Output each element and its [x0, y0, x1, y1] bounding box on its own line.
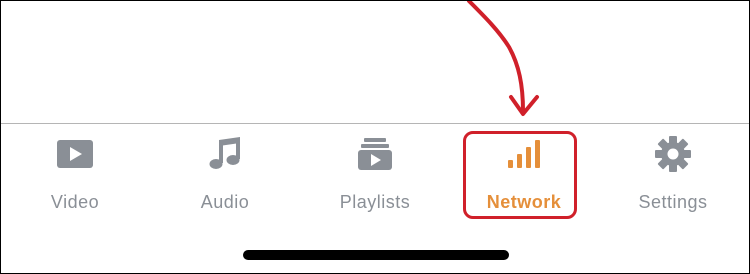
screenshot-frame: Video Audio Playlists Network Settings	[0, 0, 750, 274]
content-area	[1, 1, 749, 123]
gear-icon	[653, 134, 693, 174]
tab-audio[interactable]: Audio	[165, 134, 285, 224]
tab-settings[interactable]: Settings	[613, 134, 733, 224]
home-indicator	[243, 250, 509, 260]
network-highlight-box	[463, 131, 577, 219]
tab-video-label: Video	[50, 192, 100, 212]
tab-settings-label: Settings	[638, 192, 708, 212]
tab-video[interactable]: Video	[15, 134, 135, 224]
annotation-arrow-icon	[467, 1, 539, 116]
music-note-icon	[205, 134, 245, 174]
tab-playlists-label: Playlists	[339, 192, 411, 212]
video-play-icon	[55, 134, 95, 174]
tab-audio-label: Audio	[200, 192, 250, 212]
tab-playlists[interactable]: Playlists	[315, 134, 435, 224]
playlist-icon	[355, 134, 395, 174]
